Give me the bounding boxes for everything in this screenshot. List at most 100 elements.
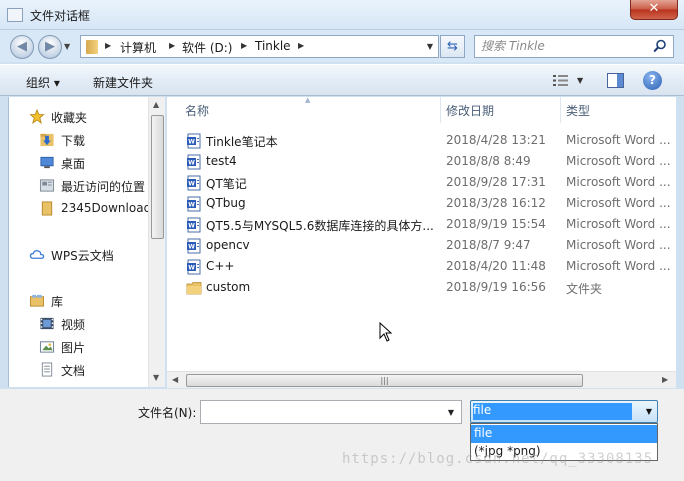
view-options-icon[interactable] [553, 74, 569, 87]
file-type: Microsoft Word ... [566, 259, 671, 273]
filename-input[interactable] [205, 405, 440, 419]
file-row[interactable]: Wtest4 2018/8/8 8:49 Microsoft Word ... [167, 151, 676, 172]
title-bar: 文件对话框 ✕ [0, 0, 684, 30]
nav-item-wps-cloud[interactable]: WPS云文档 [29, 245, 154, 265]
file-type: Microsoft Word ... [566, 133, 671, 147]
nav-item-label: 库 [51, 295, 64, 309]
new-folder-button[interactable]: 新建文件夹 [93, 74, 153, 91]
nav-item-documents[interactable]: 文档 [39, 360, 154, 380]
filename-label: 文件名(N): [138, 406, 197, 420]
nav-item-label: 文档 [61, 364, 86, 378]
nav-item-recent-places[interactable]: 最近访问的位置 [39, 176, 154, 196]
recent-locations-dropdown[interactable]: ▼ [64, 42, 70, 51]
view-dropdown[interactable]: ▼ [577, 76, 583, 85]
column-header-name[interactable]: 名称 [167, 97, 440, 123]
file-name: QTbug [206, 196, 246, 210]
word-doc-icon: W [187, 196, 201, 212]
breadcrumb-computer[interactable]: 计算机 [120, 39, 156, 56]
svg-text:W: W [188, 139, 195, 146]
nav-item-label: 图片 [61, 341, 86, 355]
svg-text:W: W [188, 223, 195, 230]
file-date: 2018/4/20 11:48 [446, 259, 546, 273]
horizontal-scrollbar[interactable]: ◀ ||| ▶ [167, 371, 676, 388]
svg-text:W: W [188, 202, 195, 209]
nav-item-label: 下载 [61, 134, 86, 148]
file-name: custom [206, 280, 251, 294]
svg-text:W: W [188, 244, 195, 251]
column-header-type[interactable]: 类型 [548, 97, 676, 123]
svg-text:W: W [188, 160, 195, 167]
file-row[interactable]: W QT5.5与MYSQL5.6数据库连接的具体方... 2018/9/19 15:… [167, 214, 676, 235]
file-row[interactable]: custom 2018/9/19 16:56 文件夹 [167, 277, 676, 298]
scrollbar-thumb[interactable] [151, 115, 164, 239]
svg-text:W: W [188, 181, 195, 188]
search-icon[interactable] [653, 39, 667, 53]
help-icon[interactable]: ? [643, 71, 662, 90]
file-name: opencv [206, 238, 250, 252]
file-row[interactable]: W Tinkle笔记本 2018/4/28 13:21 Microsoft Word … [167, 130, 676, 151]
back-button[interactable]: ◀ [10, 35, 34, 59]
chevron-right-icon[interactable]: ▶ [169, 41, 175, 50]
file-date: 2018/8/7 9:47 [446, 238, 531, 252]
preview-pane-icon[interactable] [607, 73, 624, 88]
scroll-up-arrow[interactable]: ▲ [153, 100, 159, 109]
video-icon [40, 317, 54, 330]
nav-item-pictures[interactable]: 图片 [39, 337, 154, 357]
address-row: ◀ ▶ ▼ ▶ 计算机 ▶ 软件 (D:) ▶ Tinkle ▶ ▼ ⇆ [0, 30, 684, 62]
word-doc-icon: W [187, 133, 201, 149]
file-row[interactable]: W QTbug 2018/3/28 16:12 Microsoft Word ... [167, 193, 676, 214]
file-type-value: file [473, 403, 492, 417]
file-type: 文件夹 [566, 282, 603, 296]
file-date: 2018/9/19 16:56 [446, 280, 546, 294]
nav-item-libraries[interactable]: 库 [29, 291, 154, 311]
column-header-date[interactable]: 修改日期 [428, 97, 558, 123]
breadcrumb-tinkle[interactable]: Tinkle [255, 39, 291, 53]
refresh-button[interactable]: ⇆ [440, 35, 465, 58]
chevron-down-icon[interactable]: ▼ [646, 407, 652, 416]
search-input[interactable] [481, 39, 651, 53]
filename-combobox[interactable]: ▼ [200, 400, 462, 424]
word-doc-icon: W [187, 259, 201, 275]
search-box[interactable] [474, 35, 674, 58]
chevron-right-icon[interactable]: ▶ [241, 41, 247, 50]
command-toolbar: 组织 ▾ 新建文件夹 ▼ ? [0, 64, 684, 96]
chevron-right-icon[interactable]: ▶ [105, 41, 111, 50]
file-row[interactable]: W C++ 2018/4/20 11:48 Microsoft Word ... [167, 256, 676, 277]
close-button[interactable]: ✕ [630, 0, 678, 20]
folder-icon [186, 282, 202, 295]
breadcrumb-drive[interactable]: 软件 (D:) [182, 39, 232, 56]
nav-item-videos[interactable]: 视频 [39, 314, 154, 334]
nav-item-downloads[interactable]: 下载 [39, 130, 154, 150]
file-name: Tinkle笔记本 [206, 135, 278, 149]
scroll-left-arrow[interactable]: ◀ [172, 375, 178, 384]
nav-item-label: 收藏夹 [51, 111, 88, 125]
scroll-right-arrow[interactable]: ▶ [662, 375, 668, 384]
navigation-scrollbar[interactable]: ▲ ▼ [148, 97, 165, 387]
file-date: 2018/8/8 8:49 [446, 154, 531, 168]
nav-item-favorites[interactable]: 收藏夹 [29, 107, 154, 127]
file-date: 2018/9/28 17:31 [446, 175, 546, 189]
nav-item-label: 视频 [61, 318, 86, 332]
file-type-select[interactable]: file ▼ [470, 400, 658, 423]
file-type: Microsoft Word ... [566, 238, 671, 252]
forward-button[interactable]: ▶ [38, 35, 62, 59]
file-type: Microsoft Word ... [566, 196, 671, 210]
nav-item-2345downloads[interactable]: 2345Downloads [39, 199, 152, 219]
dropdown-option-file[interactable]: file [471, 425, 657, 443]
chevron-down-icon[interactable]: ▼ [448, 408, 454, 417]
chevron-right-icon[interactable]: ▶ [298, 41, 304, 50]
file-row[interactable]: Wopencv 2018/8/7 9:47 Microsoft Word ... [167, 235, 676, 256]
file-type: Microsoft Word ... [566, 175, 671, 189]
file-name: C++ [206, 259, 235, 273]
word-doc-icon: W [187, 154, 201, 170]
organize-button[interactable]: 组织 ▾ [26, 74, 60, 91]
breadcrumb[interactable]: ▶ 计算机 ▶ 软件 (D:) ▶ Tinkle ▶ ▼ [80, 35, 439, 58]
address-history-dropdown[interactable]: ▼ [427, 42, 433, 51]
folder-icon [41, 201, 53, 216]
nav-item-desktop[interactable]: 桌面 [39, 153, 154, 173]
pictures-icon [39, 341, 55, 353]
scroll-down-arrow[interactable]: ▼ [153, 373, 159, 382]
file-row[interactable]: W QT笔记 2018/9/28 17:31 Microsoft Word ... [167, 172, 676, 193]
file-name: test4 [206, 154, 237, 168]
scrollbar-thumb[interactable]: ||| [186, 374, 583, 387]
